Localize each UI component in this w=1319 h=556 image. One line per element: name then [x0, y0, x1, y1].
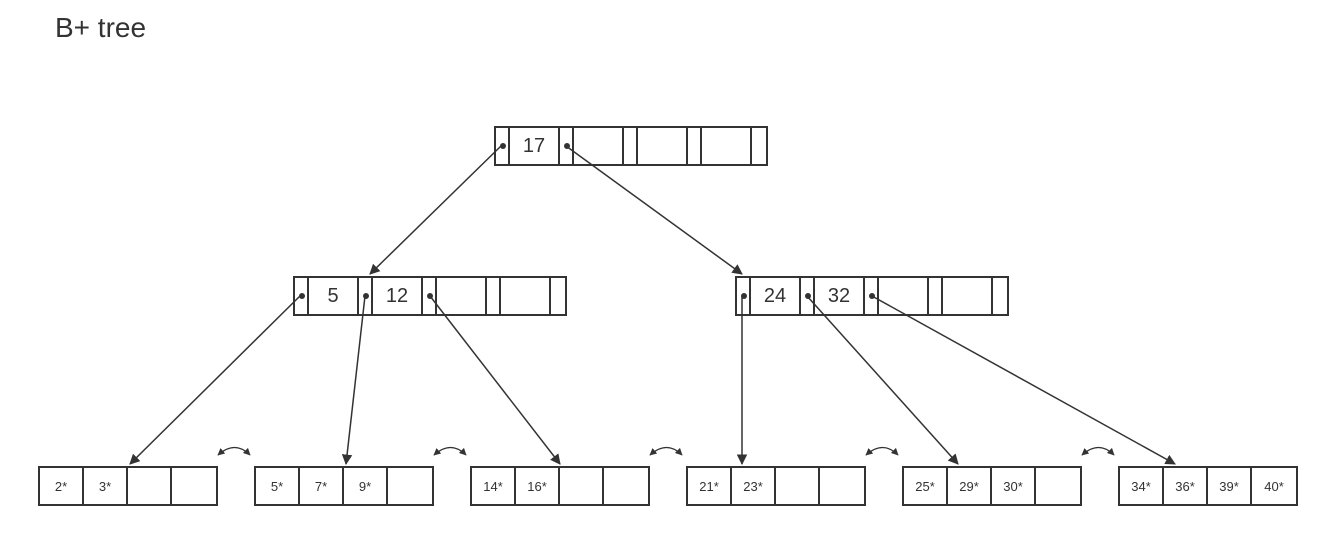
leaf-cell [172, 468, 216, 504]
diagram-stage: B+ tree 17 5 12 24 32 2* [0, 0, 1319, 556]
leaf-link-3-4 [866, 448, 898, 456]
leaf-3: 21* 23* [686, 466, 866, 506]
leaf-cell: 9* [344, 468, 388, 504]
leaf-cell [560, 468, 604, 504]
leaf-cell: 30* [992, 468, 1036, 504]
root-key-1 [574, 128, 624, 164]
arrow-ir-to-leaf5 [872, 296, 1175, 464]
leaf-cell [1036, 468, 1080, 504]
leaf-cell: 3* [84, 468, 128, 504]
pointer-dot [427, 293, 433, 299]
leaf-link-0-1 [218, 448, 250, 456]
leaf-cell: 23* [732, 468, 776, 504]
leaf-1: 5* 7* 9* [254, 466, 434, 506]
internal-left-key-0: 5 [309, 278, 359, 314]
leaf-cell: 29* [948, 468, 992, 504]
leaf-cell: 2* [40, 468, 84, 504]
root-key-3 [702, 128, 752, 164]
leaf-link-2-3 [650, 448, 682, 456]
leaf-0: 2* 3* [38, 466, 218, 506]
internal-right-key-2 [879, 278, 929, 314]
leaf-cell: 25* [904, 468, 948, 504]
leaf-cell: 40* [1252, 468, 1296, 504]
pointer-dot [805, 293, 811, 299]
root-node: 17 [494, 126, 768, 166]
internal-right-key-3 [943, 278, 993, 314]
leaf-4: 25* 29* 30* [902, 466, 1082, 506]
leaf-5: 34* 36* 39* 40* [1118, 466, 1298, 506]
arrow-il-to-leaf0 [130, 296, 300, 464]
leaf-cell [128, 468, 172, 504]
leaf-cell [820, 468, 864, 504]
arrow-root-to-left [370, 146, 501, 274]
pointer-dot [500, 143, 506, 149]
internal-left-node: 5 12 [293, 276, 567, 316]
arrow-ir-to-leaf4 [807, 296, 958, 464]
pointer-dot [869, 293, 875, 299]
internal-left-key-3 [501, 278, 551, 314]
pointer-dot [363, 293, 369, 299]
leaf-cell: 16* [516, 468, 560, 504]
leaf-cell: 7* [300, 468, 344, 504]
pointer-dot [564, 143, 570, 149]
arrow-il-to-leaf1 [346, 296, 365, 464]
leaf-cell: 14* [472, 468, 516, 504]
leaf-link-1-2 [434, 448, 466, 456]
leaf-cell: 39* [1208, 468, 1252, 504]
leaf-cell [388, 468, 432, 504]
leaf-2: 14* 16* [470, 466, 650, 506]
internal-left-key-1: 12 [373, 278, 423, 314]
arrow-il-to-leaf2 [430, 296, 560, 464]
leaf-cell [604, 468, 648, 504]
leaf-link-4-5 [1082, 448, 1114, 456]
internal-left-key-2 [437, 278, 487, 314]
root-key-0: 17 [510, 128, 560, 164]
internal-right-key-0: 24 [751, 278, 801, 314]
root-key-2 [638, 128, 688, 164]
leaf-cell: 21* [688, 468, 732, 504]
internal-right-node: 24 32 [735, 276, 1009, 316]
diagram-title: B+ tree [55, 12, 146, 44]
leaf-cell: 34* [1120, 468, 1164, 504]
leaf-cell [776, 468, 820, 504]
internal-right-key-1: 32 [815, 278, 865, 314]
pointer-dot [741, 293, 747, 299]
leaf-cell: 5* [256, 468, 300, 504]
leaf-cell: 36* [1164, 468, 1208, 504]
pointer-dot [299, 293, 305, 299]
